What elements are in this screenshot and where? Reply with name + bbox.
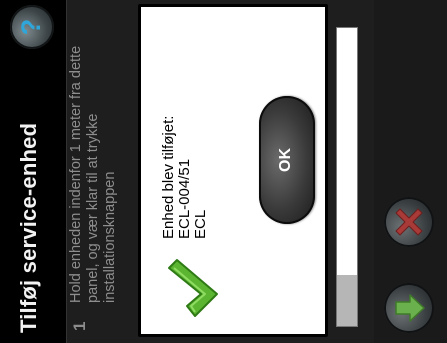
step-1-instructions: Hold enheden indenfor 1 meter fra dette …	[68, 45, 118, 303]
arrow-down-icon	[395, 294, 425, 322]
portrait-ui: Tilføj service-enhed ? 1 Hold enheden in…	[0, 0, 447, 343]
screen: Tilføj service-enhed ? 1 Hold enheden in…	[0, 0, 447, 343]
close-x-icon	[395, 208, 423, 236]
step-1-number: 1	[70, 321, 89, 331]
step-2-number: 2	[276, 301, 298, 313]
help-button[interactable]: ?	[10, 5, 54, 49]
ok-button[interactable]: OK	[259, 96, 315, 224]
next-button[interactable]	[384, 283, 434, 333]
cancel-button[interactable]	[384, 197, 434, 247]
progress-bar	[336, 27, 358, 327]
title-bar: Tilføj service-enhed ?	[0, 0, 67, 343]
success-dialog: Enhed blev tilføjet: ECL-004/51 ECL OK	[138, 4, 328, 337]
page-title: Tilføj service-enhed	[16, 122, 41, 333]
checkmark-icon	[168, 259, 218, 317]
progress-fill	[337, 275, 357, 326]
question-mark-icon: ?	[16, 18, 46, 36]
ok-button-label: OK	[277, 148, 294, 172]
dialog-message: Enhed blev tilføjet: ECL-004/51 ECL	[160, 115, 209, 239]
